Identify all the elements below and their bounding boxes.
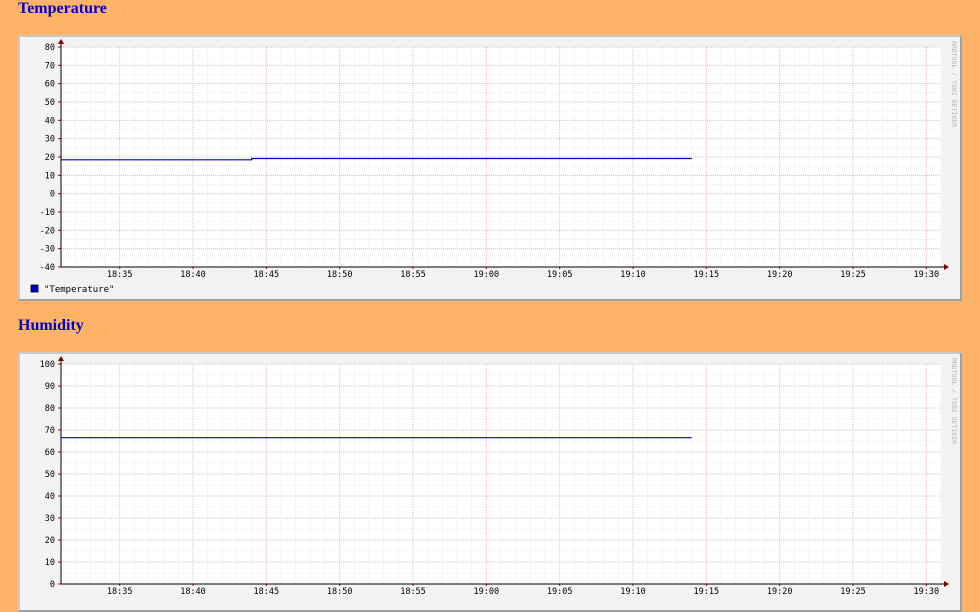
- y-tick-label: -40: [40, 263, 55, 273]
- y-tick-label: 70: [45, 61, 55, 71]
- x-tick-label: 19:15: [694, 587, 720, 597]
- y-tick-label: 40: [45, 116, 55, 126]
- x-tick-label: 18:50: [327, 270, 353, 280]
- x-tick-label: 19:20: [767, 587, 793, 597]
- watermark-text: RRDTOOL / TOBI OETIKER: [950, 41, 958, 127]
- legend-label: "Temperature": [44, 285, 114, 295]
- y-tick-label: 60: [45, 80, 55, 90]
- y-tick-label: 90: [45, 382, 55, 392]
- x-tick-label: 19:25: [840, 270, 866, 280]
- y-tick-label: 20: [45, 153, 55, 163]
- x-tick-label: 18:45: [254, 270, 280, 280]
- x-axis-arrow: [944, 264, 949, 270]
- y-tick-label: -10: [40, 208, 55, 218]
- y-tick-label: 10: [45, 558, 55, 568]
- temperature-graph: 18:35 18:40 18:45 18:50 18:55 19:00 19:05 19:10…: [18, 35, 962, 301]
- x-tick-label: 19:25: [840, 587, 866, 597]
- y-tick-label: 40: [45, 492, 55, 502]
- x-tick-label: 18:35: [107, 270, 133, 280]
- x-tick-label: 18:55: [400, 587, 426, 597]
- y-tick-label: 80: [45, 43, 55, 53]
- x-tick-label: 19:00: [474, 587, 500, 597]
- y-tick-label: 30: [45, 135, 55, 145]
- x-tick-label: 19:10: [620, 270, 646, 280]
- y-tick-label: 0: [50, 190, 55, 200]
- temperature-chart: 18:35 18:40 18:45 18:50 18:55 19:00 19:05 19:10…: [30, 39, 958, 295]
- humidity-chart: 18:35 18:40 18:45 18:50 18:55 19:00 19:05 19:10…: [40, 356, 958, 597]
- x-tick-label: 18:55: [400, 270, 426, 280]
- x-tick-label: 18:50: [327, 587, 353, 597]
- x-tick-label: 18:40: [180, 270, 206, 280]
- x-tick-label: 19:05: [547, 587, 573, 597]
- temperature-heading: Temperature: [18, 0, 107, 17]
- y-tick-label: 50: [45, 98, 55, 108]
- x-tick-label: 19:15: [694, 270, 720, 280]
- humidity-graph: 18:35 18:40 18:45 18:50 18:55 19:00 19:05 19:10…: [18, 352, 962, 612]
- y-tick-label: -20: [40, 226, 55, 236]
- x-tick-label: 19:00: [474, 270, 500, 280]
- x-tick-label: 18:40: [180, 587, 206, 597]
- watermark-text: RRDTOOL / TOBI OETIKER: [950, 358, 958, 444]
- y-tick-label: 30: [45, 514, 55, 524]
- y-tick-label: 0: [50, 580, 55, 590]
- y-tick-label: -30: [40, 245, 55, 255]
- x-tick-label: 19:10: [620, 587, 646, 597]
- x-axis-arrow: [944, 581, 949, 587]
- x-tick-label: 19:05: [547, 270, 573, 280]
- x-tick-label: 19:30: [914, 587, 940, 597]
- y-tick-label: 80: [45, 404, 55, 414]
- y-tick-label: 50: [45, 470, 55, 480]
- humidity-heading: Humidity: [18, 317, 84, 334]
- y-tick-label: 70: [45, 426, 55, 436]
- y-tick-label: 60: [45, 448, 55, 458]
- legend-swatch: [30, 284, 39, 293]
- x-tick-label: 19:30: [914, 270, 940, 280]
- y-axis-arrow: [58, 356, 64, 361]
- y-tick-label: 20: [45, 536, 55, 546]
- x-tick-label: 18:35: [107, 587, 133, 597]
- y-tick-label: 100: [40, 360, 55, 370]
- y-tick-label: 10: [45, 171, 55, 181]
- x-tick-label: 18:45: [254, 587, 280, 597]
- x-tick-label: 19:20: [767, 270, 793, 280]
- y-axis-arrow: [58, 39, 64, 44]
